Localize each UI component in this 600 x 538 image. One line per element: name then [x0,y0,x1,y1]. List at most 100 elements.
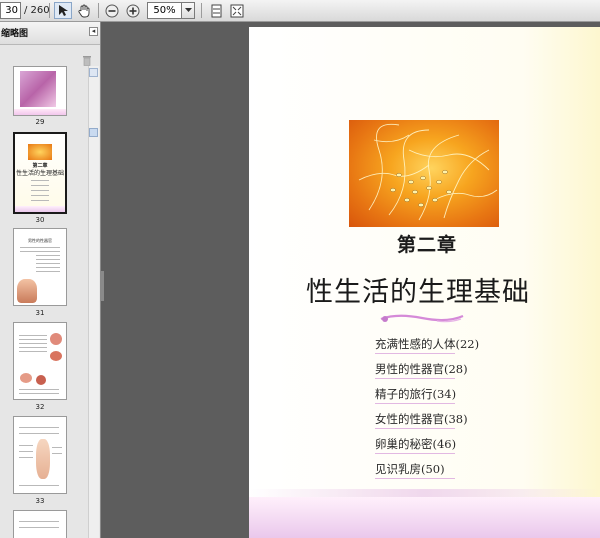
page-thumbnail-34[interactable] [13,510,67,538]
thumbnail-text-line [19,433,59,434]
thumbnail-image [20,71,56,107]
thumbnail-text-line [20,251,60,252]
page-bottom-gradient [249,497,600,538]
toolbar-divider [49,3,50,18]
thumbnail-text-line [19,451,33,452]
thumbnail-text-line [20,247,60,248]
thumbnail-text-line [31,180,49,181]
ornament-flourish [380,314,464,323]
thumbnail-text-line [19,527,59,528]
thumbnail-list[interactable]: 29 第二章 性生活的生理基础 30 男性的性器官 31 32 33 [0,66,88,538]
select-tool-button[interactable] [54,2,72,19]
toc-underline [375,403,455,404]
thumbnail-text-line [31,200,49,201]
thumbnail-band [14,109,66,115]
thumbnail-text-line [31,195,49,196]
zoom-in-button[interactable] [124,2,142,19]
thumbnail-label: 32 [35,403,45,411]
thumbnail-text-line [19,335,47,336]
thumbnail-figure [50,351,62,361]
fit-width-button[interactable] [207,2,225,19]
thumbnail-label: 31 [35,309,45,317]
chevron-down-icon [184,8,192,12]
thumbnail-title: 性生活的生理基础 [15,170,64,177]
thumbnail-text-line [19,339,47,340]
toc-item: 见识乳房(50) [375,462,445,476]
fit-page-button[interactable] [228,2,246,19]
toc-underline [375,353,455,354]
thumbnail-scrollbar[interactable] [88,66,99,538]
fit-page-icon [230,4,244,17]
toc-item: 精子的旅行(34) [375,387,457,401]
thumbnail-panel-header: 缩略图 ◂ [0,22,100,45]
thumbnail-text-line [19,485,59,486]
page-thumbnail-31[interactable]: 男性的性器官 [13,228,67,306]
toc-item: 充满性感的人体(22) [375,337,480,351]
thumbnail-text-line [19,389,59,390]
toolbar-divider [201,3,202,18]
page-thumbnail-33[interactable] [13,416,67,494]
thumbnail-text-line [36,267,60,268]
toc-underline [375,378,455,379]
thumbnail-text-line [19,351,47,352]
thumbnail-text-line [36,255,60,256]
thumbnail-text-line [19,393,59,394]
zoom-dropdown-button[interactable] [182,2,195,19]
thumbnail-text-line [19,427,59,428]
scroll-up-button[interactable] [89,68,98,77]
thumbnail-figure [36,439,50,479]
toc-item: 女性的性器官(38) [375,412,468,426]
sperm-photo-drawing [358,123,498,221]
thumbnail-panel: 缩略图 ◂ 29 第二章 性生活的生理基础 30 男性的性器官 31 32 33 [0,22,101,538]
thumbnail-text-line [19,445,33,446]
thumbnail-text-line [19,457,33,458]
toc-underline [375,428,455,429]
toc-item: 男性的性器官(28) [375,362,468,376]
document-page: 第二章 性生活的生理基础 充满性感的人体(22) 男性的性器官(28) 精子的旅… [249,27,600,538]
sperm-photo [349,120,499,227]
page-thumbnail-32[interactable] [13,322,67,400]
chapter-title: 性生活的生理基础 [306,277,530,308]
toc-underline [375,453,455,454]
collapse-panel-button[interactable]: ◂ [89,27,98,36]
thumbnail-band [15,206,65,212]
panel-splitter[interactable] [101,271,104,301]
page-thumbnail-29[interactable] [13,66,67,116]
toc-item: 卵巢的秘密(46) [375,437,457,451]
page-number-input[interactable]: 30 [0,2,21,19]
zoom-input[interactable]: 50% [147,2,182,19]
toolbar: 30 / 260 50% [0,0,600,22]
thumbnail-figure [17,279,37,303]
thumbnail-text-line [19,347,47,348]
thumbnail-text-line [52,453,62,454]
thumbnail-text-line [19,521,59,522]
thumbnail-image [28,144,52,160]
thumbnail-text-line [31,190,49,191]
trash-icon [83,56,91,66]
thumbnail-text-line [52,447,62,448]
page-total: / 260 [24,5,50,16]
page-thumbnail-30[interactable]: 第二章 性生活的生理基础 [13,132,67,214]
select-tool-icon [58,5,68,16]
hand-tool-icon [78,4,90,17]
thumbnail-text-line [19,343,47,344]
fit-width-icon [211,4,221,17]
thumbnail-heading: 男性的性器官 [28,238,52,243]
thumbnail-label: 30 [35,216,45,224]
toolbar-divider [98,3,99,18]
hand-tool-button[interactable] [75,2,93,19]
thumbnail-text-line [36,271,60,272]
chapter-heading: 第二章 [397,234,458,256]
thumbnail-figure [50,333,62,345]
thumbnail-label: 29 [35,118,45,126]
toc-underline [375,478,455,479]
thumbnail-figure [20,373,32,383]
zoom-out-button[interactable] [103,2,121,19]
zoom-in-icon [126,4,140,17]
zoom-out-icon [105,4,119,17]
thumbnail-panel-title: 缩略图 [1,29,29,39]
thumbnail-text-line [36,259,60,260]
thumbnail-text-line [36,263,60,264]
thumbnail-text-line [31,185,49,186]
scrollbar-thumb[interactable] [89,128,98,137]
